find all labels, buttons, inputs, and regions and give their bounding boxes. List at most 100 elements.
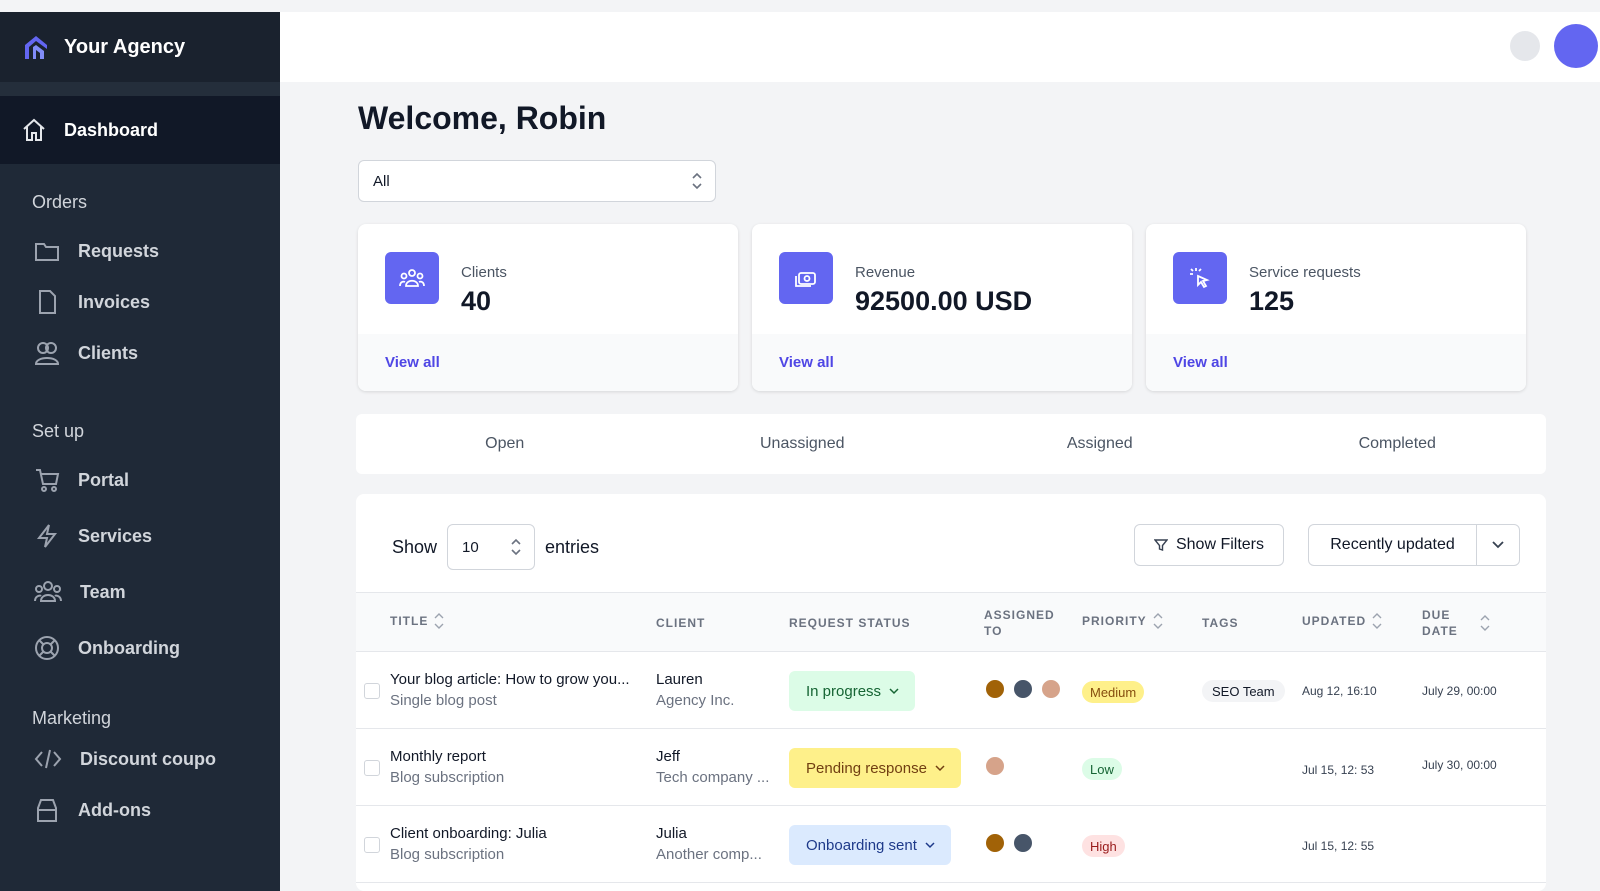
nav-item-portal[interactable]: Portal [0,460,280,500]
nav-label: Services [78,525,153,546]
tab-completed[interactable]: Completed [1249,414,1547,474]
page-title: Welcome, Robin [358,100,607,136]
service-requests-value: 125 [1249,286,1295,316]
revenue-value: 92500.00 USD [855,286,1033,316]
assignee-avatar[interactable] [1012,678,1034,700]
cash-icon [779,252,833,304]
col-assigned-to-line1: ASSIGNED [984,608,1055,622]
chevron-down-icon[interactable] [1477,540,1519,550]
archive-icon [34,797,60,823]
home-icon [20,116,48,144]
users-icon [34,340,60,366]
row-client-cell: Julia Another comp... [656,823,762,865]
col-title[interactable]: TITLE [390,613,444,629]
status-dropdown[interactable]: Pending response [789,748,961,788]
assignee-avatar[interactable] [1040,678,1062,700]
tab-assigned[interactable]: Assigned [951,414,1249,474]
row-company: Another comp... [656,846,762,863]
assignee-avatar[interactable] [984,678,1006,700]
row-updated: Aug 12, 16:10 [1302,684,1377,698]
col-due-date[interactable]: DUE DATE [1422,607,1490,639]
filter-icon [1153,538,1168,552]
nav-item-discount-coupons[interactable]: Discount coupo [0,739,280,779]
clients-view-all-link[interactable]: View all [385,354,440,371]
lifebuoy-icon [34,635,60,661]
nav-label: Requests [78,240,160,261]
chevron-down-icon [935,764,945,772]
assignee-avatars [984,832,1040,854]
show-filters-button[interactable]: Show Filters [1134,524,1284,566]
row-updated: Jul 15, 12: 53 [1302,763,1375,777]
sort-icon [1372,613,1382,629]
sort-icon [1153,613,1163,629]
nav-label: Invoices [78,291,151,312]
nav-item-onboarding[interactable]: Onboarding [0,628,280,668]
entries-select-value: 10 [462,538,479,556]
brand-name: Your Agency [64,35,186,58]
service-requests-view-all-link[interactable]: View all [1173,354,1228,371]
row-checkbox[interactable] [364,760,380,776]
tab-unassigned[interactable]: Unassigned [654,414,952,474]
col-client: CLIENT [656,616,706,630]
row-client-cell: Jeff Tech company ... [656,746,769,788]
entries-label: entries [545,536,600,557]
brand[interactable]: Your Agency [0,12,280,96]
row-title[interactable]: Your blog article: How to grow you... [390,669,630,690]
nav-item-team[interactable]: Team [0,572,280,612]
assignee-avatar[interactable] [984,755,1006,777]
table-header: TITLE CLIENT REQUEST STATUS ASSIGNED TO … [356,592,1546,652]
col-updated[interactable]: UPDATED [1302,613,1382,629]
table-row[interactable]: Monthly report Blog subscription Jeff Te… [356,730,1546,806]
col-request-status: REQUEST STATUS [789,616,911,630]
top-header [280,12,1600,82]
team-icon [34,579,62,605]
code-icon [34,746,62,772]
nav-item-dashboard[interactable]: Dashboard [0,96,280,164]
app-root: Your Agency Dashboard Orders Requests In… [0,0,1600,891]
sort-select-value: Recently updated [1330,536,1455,553]
row-company: Agency Inc. [656,692,735,709]
nav-item-add-ons[interactable]: Add-ons [0,790,280,830]
entries-select[interactable]: 10 [447,524,536,570]
requests-table-card: Show 10 entries Show Filters Recently up… [356,494,1546,891]
col-assigned-to-line2: TO [984,624,1003,638]
assignee-avatar[interactable] [984,832,1006,854]
row-due-date: July 29, 00:00 [1422,684,1497,698]
tag-badge: SEO Team [1202,680,1285,702]
col-assigned-to: ASSIGNED TO [984,607,1055,639]
service-requests-card: Service requests 125 View all [1146,224,1526,391]
row-checkbox[interactable] [364,837,380,853]
tab-open[interactable]: Open [356,414,654,474]
col-title-label: TITLE [390,614,429,628]
clients-card: Clients 40 View all [358,224,738,391]
row-title[interactable]: Monthly report [390,746,504,767]
top-strip [0,0,1600,12]
row-subtitle: Blog subscription [390,846,505,863]
col-priority[interactable]: PRIORITY [1082,613,1163,629]
priority-badge: Low [1082,758,1122,780]
revenue-view-all-link[interactable]: View all [779,354,834,371]
sort-select[interactable]: Recently updated [1308,524,1520,566]
col-priority-label: PRIORITY [1082,614,1147,628]
assignee-avatars [984,755,1012,777]
user-avatar[interactable] [1554,24,1598,68]
nav-item-invoices[interactable]: Invoices [0,282,280,322]
scope-select[interactable]: All [358,160,716,202]
cursor-click-icon [1173,252,1227,304]
nav-item-clients[interactable]: Clients [0,333,280,373]
row-title[interactable]: Client onboarding: Julia [390,823,547,844]
row-checkbox[interactable] [364,683,380,699]
table-row[interactable]: Client onboarding: Julia Blog subscripti… [356,807,1546,883]
nav-item-requests[interactable]: Requests [0,231,280,271]
priority-badge: Medium [1082,681,1145,703]
col-due-date-line1: DUE [1422,608,1451,622]
show-filters-label: Show Filters [1175,536,1265,553]
nav-item-services[interactable]: Services [0,516,280,556]
row-client-cell: Lauren Agency Inc. [656,669,734,711]
notification-avatar[interactable] [1510,31,1540,61]
status-dropdown[interactable]: In progress [789,671,916,711]
section-title-marketing: Marketing [32,708,112,728]
assignee-avatar[interactable] [1012,832,1034,854]
status-dropdown[interactable]: Onboarding sent [789,825,951,865]
table-row[interactable]: Your blog article: How to grow you... Si… [356,653,1546,729]
